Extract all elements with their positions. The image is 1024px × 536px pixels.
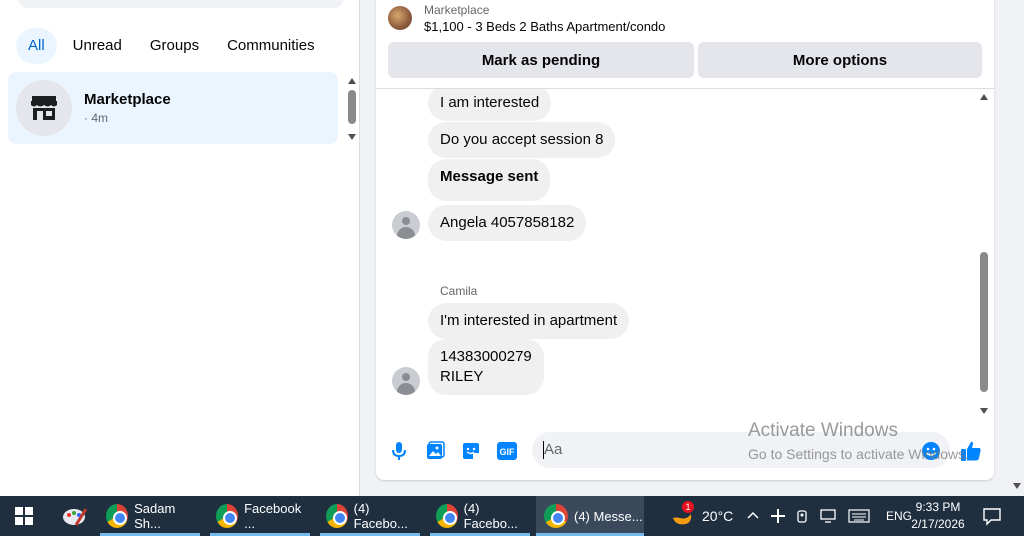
emoji-icon[interactable] (920, 440, 942, 462)
scrollbar-thumb[interactable] (348, 90, 356, 124)
photo-icon[interactable] (424, 440, 446, 462)
sender-avatar[interactable] (392, 211, 420, 239)
chrome-icon (106, 504, 129, 528)
chrome-icon (216, 504, 239, 528)
taskbar-app-chrome-3[interactable]: (4) Facebo... (320, 496, 420, 536)
scrollbar-thumb[interactable] (980, 252, 988, 392)
weather-temperature: 20°C (702, 508, 734, 524)
filter-all[interactable]: All (16, 28, 57, 64)
filter-groups[interactable]: Groups (138, 28, 211, 64)
taskbar-app-chrome-4[interactable]: (4) Facebo... (430, 496, 530, 536)
weather-widget[interactable]: 1 20°C (670, 496, 733, 536)
meet-now-icon[interactable] (796, 508, 810, 524)
message-composer: GIF Aa (376, 430, 994, 470)
message-line: RILEY (440, 368, 484, 385)
chrome-icon (326, 504, 348, 528)
notification-center-icon (983, 508, 1001, 526)
microphone-icon[interactable] (388, 440, 410, 462)
taskbar-app-label: (4) Facebo... (353, 501, 408, 531)
windows-start-button[interactable] (0, 496, 48, 536)
message-bubble: Message sent (428, 159, 551, 201)
conversation-time: · 4m (84, 111, 108, 125)
message-bubble: Angela 4057858182 (428, 205, 587, 241)
filter-chips: All Unread Groups Communities (16, 28, 327, 64)
listing-actions: Mark as pending More options (388, 42, 982, 78)
storefront-icon (16, 80, 72, 136)
sidebar-scrollbar[interactable] (344, 74, 360, 142)
filter-unread[interactable]: Unread (61, 28, 134, 64)
conversation-name: Marketplace (84, 91, 171, 108)
taskbar-app-label: Facebook ... (244, 501, 302, 531)
system-clock[interactable]: 9:33 PM 2/17/2026 (900, 499, 976, 533)
conversation-item-marketplace[interactable]: Marketplace · 4m (8, 72, 338, 144)
notifications-button[interactable] (982, 496, 1002, 536)
messages-scrollbar[interactable] (976, 92, 992, 416)
network-icon[interactable] (820, 508, 838, 524)
message-bubble: Do you accept session 8 (428, 122, 616, 158)
keyboard-icon[interactable] (848, 509, 870, 523)
filter-communities[interactable]: Communities (215, 28, 327, 64)
message-bubble: I'm interested in apartment (428, 303, 630, 339)
taskbar-app-label: (4) Facebo... (463, 501, 518, 531)
windows-logo-icon (15, 507, 33, 525)
weather-icon: 1 (670, 501, 694, 528)
scroll-up-arrow-icon[interactable] (980, 94, 988, 100)
gif-label: GIF (500, 447, 516, 457)
taskbar-app-chrome-1[interactable]: Sadam Sh... (100, 496, 200, 536)
listing-category: Marketplace (424, 2, 490, 17)
message-line: 14383000279 (440, 348, 532, 365)
chrome-icon (544, 504, 568, 528)
taskbar-app-chrome-messenger[interactable]: (4) Messe... (536, 496, 644, 536)
more-options-button[interactable]: More options (698, 42, 982, 78)
scroll-down-arrow-icon[interactable] (348, 134, 356, 140)
message-input[interactable]: Aa (532, 432, 950, 468)
page-scroll-down-arrow-icon[interactable] (1013, 483, 1021, 489)
search-field-edge[interactable] (18, 0, 344, 8)
windows-taskbar: Sadam Sh... Facebook ... (4) Facebo... (… (0, 496, 1024, 536)
gif-icon[interactable]: GIF (496, 440, 518, 462)
clock-time: 9:33 PM (915, 500, 961, 514)
sender-avatar[interactable] (392, 367, 420, 395)
chat-panel: Marketplace $1,100 - 3 Beds 2 Baths Apar… (376, 0, 994, 480)
chat-sidebar: All Unread Groups Communities Marketplac… (0, 0, 360, 496)
messenger-app: All Unread Groups Communities Marketplac… (0, 0, 1024, 496)
listing-title: $1,100 - 3 Beds 2 Baths Apartment/condo (424, 18, 666, 34)
message-bubble: I am interested (428, 89, 552, 121)
sender-name: Camila (440, 284, 478, 298)
listing-thumbnail (388, 6, 412, 30)
clock-date: 2/17/2026 (911, 517, 965, 531)
thumbs-up-icon[interactable] (960, 440, 982, 462)
scroll-down-arrow-icon[interactable] (980, 408, 988, 414)
paint-icon (63, 508, 88, 526)
show-hidden-icons-chevron-icon[interactable] (746, 509, 760, 523)
taskbar-app-chrome-2[interactable]: Facebook ... (210, 496, 310, 536)
weather-alert-badge: 1 (682, 501, 694, 513)
message-input-placeholder: Aa (544, 441, 563, 458)
plus-icon[interactable] (770, 508, 786, 524)
taskbar-app-paint[interactable] (58, 496, 92, 536)
message-list: I am interested Do you accept session 8 … (376, 89, 994, 419)
taskbar-app-label: (4) Messe... (574, 508, 643, 524)
system-tray: ENG (746, 496, 912, 536)
message-bubble-multiline: 14383000279 RILEY (428, 339, 544, 395)
chrome-icon (436, 504, 458, 528)
listing-header[interactable]: Marketplace $1,100 - 3 Beds 2 Baths Apar… (388, 0, 988, 36)
taskbar-app-label: Sadam Sh... (134, 501, 176, 531)
mark-as-pending-button[interactable]: Mark as pending (388, 42, 694, 78)
sticker-icon[interactable] (460, 440, 482, 462)
scroll-up-arrow-icon[interactable] (348, 78, 356, 84)
